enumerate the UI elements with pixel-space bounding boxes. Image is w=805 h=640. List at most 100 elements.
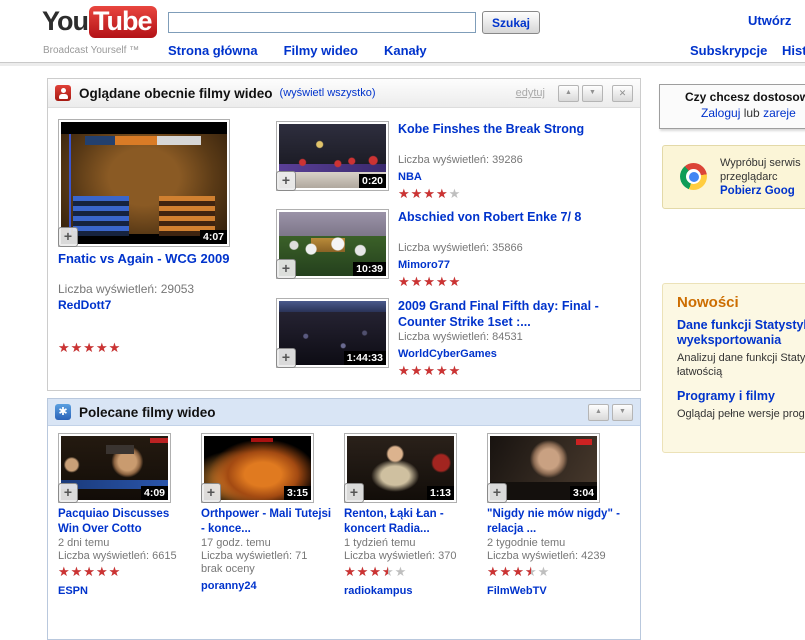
- logo-tube: Tube: [89, 6, 157, 38]
- move-up-button[interactable]: ▲: [558, 85, 579, 102]
- add-to-quicklist-button[interactable]: +: [276, 348, 296, 368]
- views-value: 84531: [492, 331, 523, 343]
- featured-uploader-link[interactable]: RedDott7: [58, 298, 111, 312]
- uploader-link[interactable]: Mimoro77: [398, 259, 450, 272]
- section-title: Oglądane obecnie filmy wideo: [79, 86, 273, 101]
- uploader-link[interactable]: WorldCyberGames: [398, 348, 497, 361]
- news-box: Nowości Dane funkcji Statystyki wyekspor…: [662, 283, 805, 453]
- video-list-item: Kobe Finshes the Break Strong Liczba wyś…: [398, 121, 636, 203]
- nav-filmy-wideo[interactable]: Filmy wideo: [284, 43, 358, 58]
- view-count: Liczba wyświetleń: 84531: [398, 331, 636, 344]
- duration-badge: 3:15: [284, 486, 311, 500]
- views-value: 35866: [492, 242, 523, 254]
- nav-strona-glowna[interactable]: Strona główna: [168, 43, 258, 58]
- views-value: 29053: [161, 282, 194, 296]
- add-to-quicklist-button[interactable]: +: [487, 483, 507, 503]
- video-thumbnail[interactable]: 0:20 +: [276, 121, 389, 191]
- duration-badge: 4:07: [200, 230, 227, 244]
- rating-stars: ★★★★★★★★★★: [398, 187, 461, 200]
- video-thumbnail[interactable]: 10:39 +: [276, 209, 389, 279]
- video-title[interactable]: Kobe Finshes the Break Strong: [398, 121, 636, 154]
- video-title[interactable]: Abschied von Robert Enke 7/ 8: [398, 209, 636, 242]
- section-watched-now: Oglądane obecnie filmy wideo (wyświetl w…: [47, 78, 641, 391]
- video-title[interactable]: Pacquiao Discusses Win Over Cotto: [58, 507, 192, 537]
- upload-time: 2 dni temu: [58, 537, 192, 550]
- view-count: Liczba wyświetleń: 71: [201, 550, 335, 563]
- nav-historia[interactable]: Historia: [782, 43, 805, 58]
- video-title[interactable]: Renton, Łąki Łan - koncert Radia...: [344, 507, 478, 537]
- view-count: Liczba wyświetleń: 4239: [487, 550, 621, 563]
- news-body-text: Analizuj dane funkcji Staty: [677, 351, 805, 365]
- customize-homepage-box: Czy chcesz dostosowa Zaloguj lub zareje: [659, 84, 805, 129]
- view-count: Liczba wyświetleń: 35866: [398, 242, 636, 255]
- news-link-statistics[interactable]: Dane funkcji Statystyki: [677, 318, 805, 333]
- uploader-link[interactable]: FilmWebTV: [487, 585, 547, 598]
- link-utworz-konto[interactable]: Utwórz: [748, 13, 791, 28]
- rating-stars: ★★★★★★★★★★: [487, 565, 550, 578]
- views-value: 370: [438, 550, 456, 562]
- upload-time: 2 tygodnie temu: [487, 537, 621, 550]
- video-card: 3:04 + "Nigdy nie mów nigdy" - relacja .…: [487, 433, 621, 599]
- edit-link[interactable]: edytuj: [516, 87, 545, 99]
- duration-badge: 10:39: [353, 262, 386, 276]
- news-link-shows[interactable]: Programy i filmy: [677, 389, 805, 404]
- youtube-logo[interactable]: YouTube: [42, 6, 157, 37]
- move-down-button[interactable]: ▼: [612, 404, 633, 421]
- views-label: Liczba wyświetleń:: [344, 550, 435, 562]
- watched-now-icon: [55, 85, 71, 101]
- video-title[interactable]: "Nigdy nie mów nigdy" - relacja ...: [487, 507, 621, 537]
- view-all-link[interactable]: (wyświetl wszystko): [280, 87, 376, 99]
- duration-badge: 4:09: [141, 486, 168, 500]
- uploader-link[interactable]: ESPN: [58, 585, 88, 598]
- login-register-line: Zaloguj lub zareje: [701, 106, 796, 120]
- upload-time: 17 godz. temu: [201, 537, 335, 550]
- uploader-link[interactable]: poranny24: [201, 580, 257, 593]
- main-nav: Strona główna Filmy wideo Kanały: [168, 43, 427, 58]
- video-thumbnail[interactable]: 1:13 +: [344, 433, 457, 503]
- video-thumbnail[interactable]: 3:04 +: [487, 433, 600, 503]
- views-value: 71: [295, 550, 307, 562]
- nav-subskrypcje[interactable]: Subskrypcje: [690, 43, 767, 58]
- views-label: Liczba wyświetleń:: [201, 550, 292, 562]
- add-to-quicklist-button[interactable]: +: [276, 171, 296, 191]
- chrome-promo-box: Wypróbuj serwis przeglądarc Pobierz Goog: [662, 145, 805, 209]
- rating-stars: ★★★★★★★★★★: [398, 364, 461, 377]
- views-value: 6615: [152, 550, 176, 562]
- video-title[interactable]: Orthpower - Mali Tutejsi - konce...: [201, 507, 335, 537]
- featured-video-thumbnail[interactable]: 4:07 +: [58, 119, 230, 247]
- rating-stars: ★★★★★★★★★★: [58, 565, 121, 578]
- news-heading: Nowości: [677, 294, 805, 311]
- nav-kanaly[interactable]: Kanały: [384, 43, 427, 58]
- video-card: 1:13 + Renton, Łąki Łan - koncert Radia.…: [344, 433, 478, 599]
- duration-badge: 0:20: [359, 174, 386, 188]
- move-up-button[interactable]: ▲: [588, 404, 609, 421]
- add-to-quicklist-button[interactable]: +: [58, 483, 78, 503]
- view-count: Liczba wyświetleń: 39286: [398, 154, 636, 167]
- video-thumbnail[interactable]: 3:15 +: [201, 433, 314, 503]
- move-down-button[interactable]: ▼: [582, 85, 603, 102]
- login-link[interactable]: Zaloguj: [701, 106, 740, 120]
- video-thumbnail[interactable]: 4:09 +: [58, 433, 171, 503]
- video-thumbnail[interactable]: 1:44:33 +: [276, 298, 389, 368]
- close-module-button[interactable]: ✕: [612, 85, 633, 102]
- uploader-link[interactable]: NBA: [398, 171, 422, 184]
- news-link-statistics-line2[interactable]: wyeksportowania: [677, 333, 805, 348]
- video-title[interactable]: 2009 Grand Final Fifth day: Final - Coun…: [398, 298, 636, 331]
- rating-stars: ★★★★★★★★★★: [398, 275, 461, 288]
- register-link[interactable]: zareje: [763, 106, 796, 120]
- download-chrome-link[interactable]: Pobierz Goog: [720, 185, 795, 197]
- search-button[interactable]: Szukaj: [482, 11, 540, 34]
- featured-video-title[interactable]: Fnatic vs Again - WCG 2009: [58, 251, 288, 266]
- add-to-quicklist-button[interactable]: +: [276, 259, 296, 279]
- add-to-quicklist-button[interactable]: +: [58, 227, 78, 247]
- uploader-link[interactable]: radiokampus: [344, 585, 412, 598]
- search-input[interactable]: [168, 12, 476, 33]
- views-label: Liczba wyświetleń:: [58, 550, 149, 562]
- add-to-quicklist-button[interactable]: +: [344, 483, 364, 503]
- or-text: lub: [744, 106, 760, 120]
- duration-badge: 1:44:33: [344, 351, 386, 365]
- add-to-quicklist-button[interactable]: +: [201, 483, 221, 503]
- views-label: Liczba wyświetleń:: [398, 154, 489, 166]
- logo-tagline: Broadcast Yourself ™: [43, 45, 139, 56]
- video-list-item: 2009 Grand Final Fifth day: Final - Coun…: [398, 298, 636, 380]
